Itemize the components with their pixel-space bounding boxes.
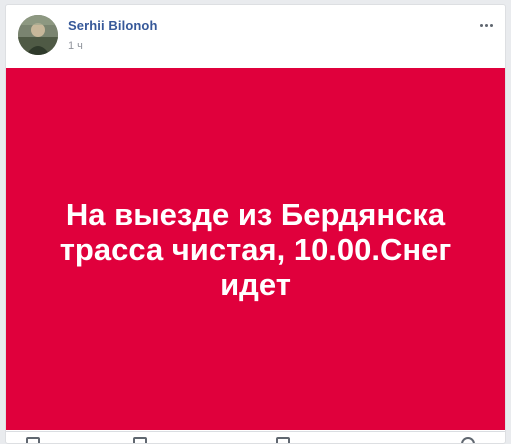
post-actions-bar (6, 431, 505, 443)
post-text: На выезде из Бердянска трасса чистая, 10… (59, 196, 452, 302)
comment-icon[interactable] (133, 437, 147, 443)
avatar[interactable] (18, 15, 58, 55)
post-card: Serhii Bilonoh 1 ч На выезде из Бердянск… (5, 4, 506, 444)
share-icon[interactable] (276, 437, 290, 443)
post-header: Serhii Bilonoh 1 ч (6, 5, 505, 67)
post-banner: На выезде из Бердянска трасса чистая, 10… (6, 68, 505, 430)
post-timestamp[interactable]: 1 ч (68, 40, 83, 52)
author-name[interactable]: Serhii Bilonoh (68, 18, 158, 33)
reaction-icon[interactable] (461, 437, 475, 443)
more-options-icon[interactable] (478, 17, 494, 33)
like-icon[interactable] (26, 437, 40, 443)
